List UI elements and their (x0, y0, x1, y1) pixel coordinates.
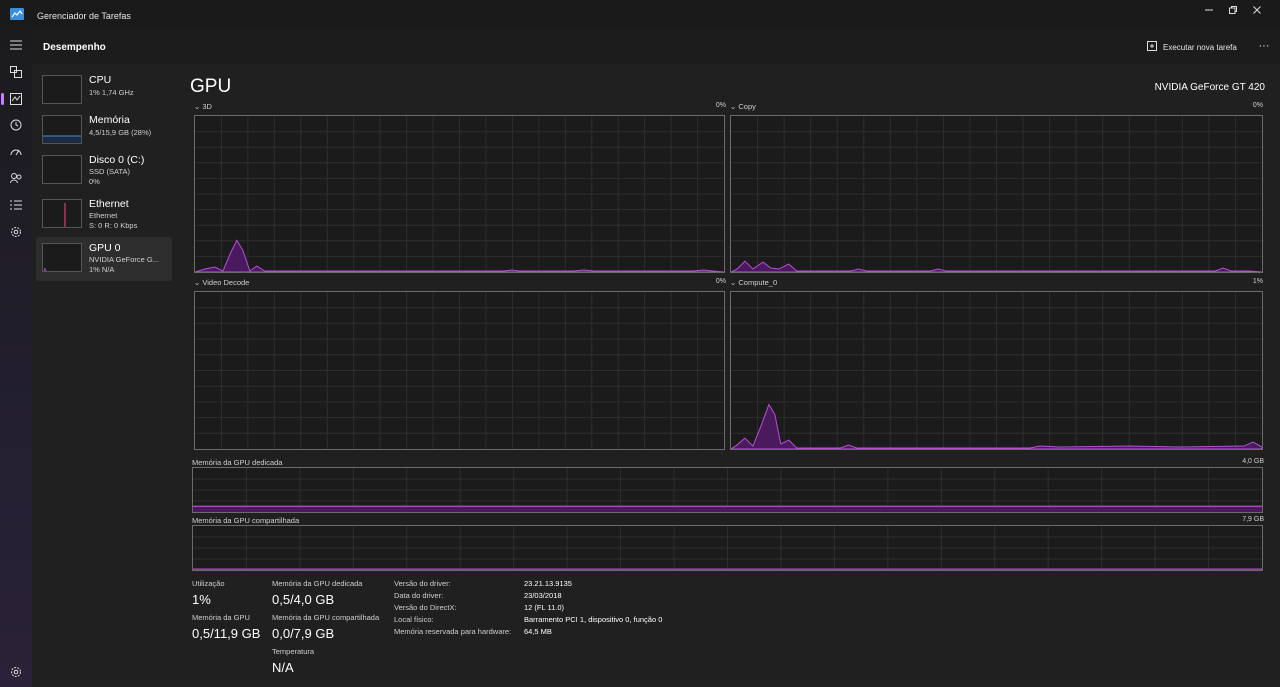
sidebar-item-label: Disco 0 (C:) (89, 154, 145, 166)
memory-thumbnail (42, 115, 82, 144)
engine-selector-video-decode[interactable]: ⌄ Video Decode (194, 278, 249, 287)
info-value: 23/03/2018 (524, 591, 562, 600)
gpu-thumbnail (42, 243, 82, 272)
sidebar-item-cpu[interactable]: CPU 1% 1,74 GHz (36, 69, 172, 113)
sidebar-item-detail: SSD (SATA) (89, 167, 130, 176)
info-value: Barramento PCI 1, dispositivo 0, função … (524, 615, 663, 624)
disk-thumbnail (42, 155, 82, 184)
sidebar-item-detail: NVIDIA GeForce G... (89, 255, 160, 264)
sidebar-item-detail: 1% 1,74 GHz (89, 88, 134, 97)
sidebar-item-detail: Ethernet (89, 211, 118, 220)
details-icon[interactable] (4, 193, 28, 217)
app-history-icon[interactable] (4, 113, 28, 137)
usage-area (193, 506, 1262, 512)
window-title: Gerenciador de Tarefas (37, 11, 131, 21)
graph-copy (730, 115, 1263, 273)
hamburger-icon[interactable] (4, 33, 28, 57)
run-new-task-button[interactable]: Executar nova tarefa (1147, 39, 1237, 55)
gpu-panel: GPU NVIDIA GeForce GT 420 ⌄ 3D 0% ⌄ Copy… (180, 64, 1280, 687)
performance-icon[interactable] (1, 87, 28, 111)
settings-icon[interactable] (4, 660, 28, 684)
engine-percent: 1% (1252, 278, 1263, 285)
users-icon[interactable] (4, 166, 28, 190)
cpu-thumbnail (42, 75, 82, 104)
info-key: Versão do DirectX: (394, 603, 457, 612)
sidebar-item-memory[interactable]: Memória 4,5/15,9 GB (28%) (36, 109, 172, 153)
engine-percent: 0% (715, 102, 726, 109)
sidebar-item-gpu[interactable]: GPU 0 NVIDIA GeForce G... 1% N/A (36, 237, 172, 281)
shared-memory-label: Memória da GPU compartilhada (192, 516, 300, 525)
gpu-memory-value: 0,5/11,9 GB (192, 626, 261, 641)
engine-selector-3d[interactable]: ⌄ 3D (194, 102, 212, 111)
performance-sidebar: CPU 1% 1,74 GHz Memória 4,5/15,9 GB (28%… (32, 64, 180, 687)
sidebar-item-detail: 4,5/15,9 GB (28%) (89, 128, 152, 137)
engine-label: Copy (738, 102, 756, 111)
engine-label: 3D (202, 102, 212, 111)
engine-percent: 0% (1252, 102, 1263, 109)
info-key: Versão do driver: (394, 579, 451, 588)
startup-apps-icon[interactable] (4, 140, 28, 164)
dedicated-memory-max: 4,0 GB (1242, 458, 1264, 465)
sidebar-item-disk[interactable]: Disco 0 (C:) SSD (SATA) 0% (36, 149, 172, 193)
engine-label: Video Decode (202, 278, 250, 287)
engine-percent: 0% (715, 278, 726, 285)
processes-icon[interactable] (4, 60, 28, 84)
graph-video-decode (194, 291, 725, 450)
graph-dedicated-memory (192, 467, 1263, 513)
more-options-button[interactable]: ··· (1254, 38, 1274, 54)
sidebar-item-throughput: S: 0 R: 0 Kbps (89, 221, 138, 230)
info-value: 12 (FL 11.0) (524, 603, 565, 612)
graph-compute (730, 291, 1263, 450)
shared-memory-stat-value: 0,0/7,9 GB (272, 626, 335, 641)
gpu-title: GPU (190, 76, 232, 97)
engine-label: Compute_0 (738, 278, 778, 287)
gpu-memory-label: Memória da GPU (192, 613, 250, 622)
engine-selector-compute[interactable]: ⌄ Compute_0 (730, 278, 777, 287)
ethernet-thumbnail (42, 199, 82, 228)
temperature-label: Temperatura (272, 647, 315, 656)
page-title: Desempenho (43, 42, 106, 53)
dedicated-memory-stat-value: 0,5/4,0 GB (272, 592, 335, 607)
sidebar-item-label: CPU (89, 74, 112, 86)
sidebar-item-label: Ethernet (89, 198, 129, 210)
info-key: Data do driver: (394, 591, 444, 600)
gpu-model: NVIDIA GeForce GT 420 (1154, 82, 1265, 93)
run-task-label: Executar nova tarefa (1163, 42, 1237, 52)
info-value: 64,5 MB (524, 627, 552, 636)
graph-3d (194, 115, 725, 273)
engine-selector-copy[interactable]: ⌄ Copy (730, 102, 756, 111)
sidebar-item-ethernet[interactable]: Ethernet Ethernet S: 0 R: 0 Kbps (36, 193, 172, 237)
utilization-value: 1% (192, 592, 211, 607)
info-value: 23.21.13.9135 (524, 579, 572, 588)
page-header: Desempenho Executar nova tarefa ··· (32, 30, 1280, 64)
sidebar-item-usage: 0% (89, 177, 100, 186)
sidebar-item-label: GPU 0 (89, 242, 121, 254)
close-button[interactable] (1234, 0, 1280, 20)
info-key: Local físico: (394, 615, 434, 624)
dedicated-memory-label: Memória da GPU dedicada (192, 458, 283, 467)
utilization-label: Utilização (192, 579, 225, 588)
title-bar: Gerenciador de Tarefas (0, 0, 1280, 30)
temperature-value: N/A (272, 660, 294, 675)
shared-memory-max: 7,9 GB (1242, 516, 1264, 523)
services-icon[interactable] (4, 220, 28, 244)
info-key: Memória reservada para hardware: (394, 627, 512, 636)
sidebar-item-usage: 1% N/A (89, 265, 115, 274)
shared-memory-stat-label: Memória da GPU compartilhada (272, 613, 380, 622)
run-task-icon (1147, 41, 1157, 53)
dedicated-memory-stat-label: Memória da GPU dedicada (272, 579, 363, 588)
graph-shared-memory (192, 525, 1263, 571)
nav-rail (0, 30, 32, 687)
sidebar-item-label: Memória (89, 114, 130, 126)
task-manager-icon (10, 7, 24, 20)
